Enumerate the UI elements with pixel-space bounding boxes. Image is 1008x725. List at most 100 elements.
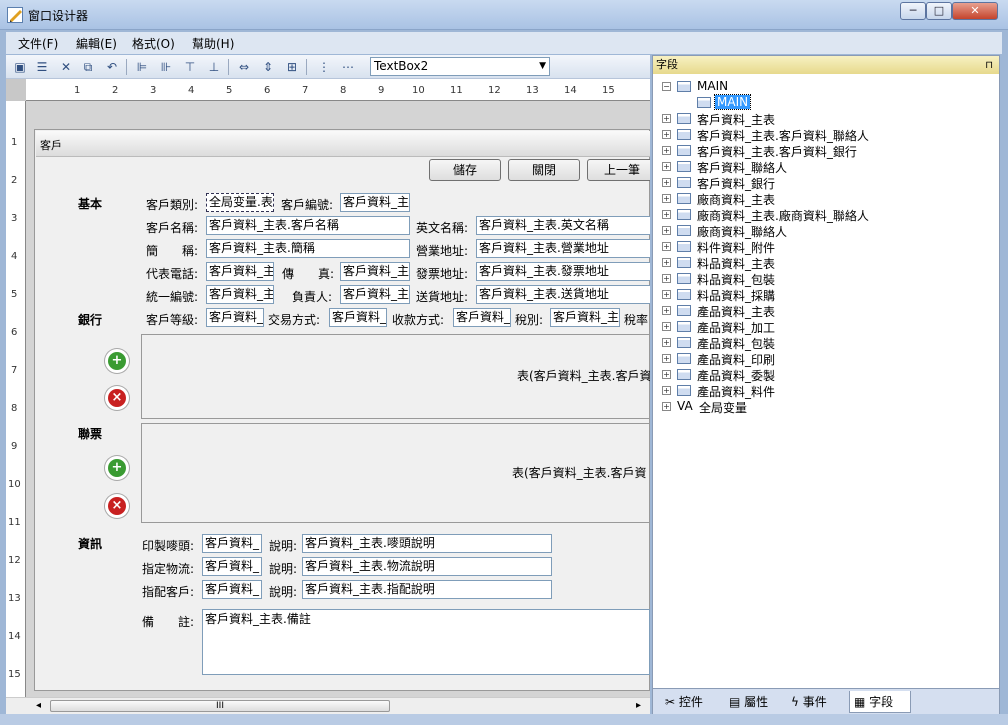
tree-item[interactable]: + 產品資料_料件 [653, 382, 999, 399]
tree-item[interactable]: + 客戶資料_聯絡人 [653, 158, 999, 175]
align-right-icon[interactable]: ⊪ [158, 59, 174, 75]
expand-icon[interactable]: + [662, 210, 671, 219]
payment-field[interactable]: 客戶資料_ [453, 308, 511, 327]
expand-icon[interactable]: + [662, 354, 671, 363]
dist-field[interactable]: 客戶資料_ [202, 580, 262, 599]
delete-contact-icon[interactable]: × [108, 497, 126, 515]
tab-controls[interactable]: ✂ 控件 [661, 691, 723, 713]
expand-icon[interactable]: + [662, 274, 671, 283]
tab-properties[interactable]: ▤ 屬性 [725, 691, 785, 713]
scroll-left-icon[interactable]: ◂ [36, 700, 41, 711]
scroll-thumb[interactable]: III [50, 700, 390, 712]
bank-grid[interactable]: 表(客戶資料_主表.客戶資 [141, 334, 650, 419]
align-top-icon[interactable]: ⊤ [182, 59, 198, 75]
expand-icon[interactable]: + [662, 226, 671, 235]
tax-type-field[interactable]: 客戶資料_主 [550, 308, 620, 327]
tree-item[interactable]: − MAIN [653, 78, 999, 94]
expand-icon[interactable]: + [662, 338, 671, 347]
center-vertical-icon[interactable]: ⋮ [316, 59, 332, 75]
menu-help[interactable]: 幫助(H) [192, 35, 234, 52]
save-button[interactable]: 儲存 [429, 159, 501, 181]
object-select[interactable]: TextBox2 ▼ [370, 57, 550, 76]
delivery-addr-field[interactable]: 客戶資料_主表.送貨地址 [476, 285, 650, 304]
tree-item[interactable]: + 產品資料_印刷 [653, 350, 999, 367]
tree-item[interactable]: + 客戶資料_銀行 [653, 174, 999, 191]
tab-fields[interactable]: ▦ 字段 [849, 691, 911, 713]
expand-icon[interactable]: + [662, 322, 671, 331]
save-icon[interactable]: ▣ [12, 59, 28, 75]
same-width-icon[interactable]: ⇔ [236, 59, 252, 75]
tree-item[interactable]: + 料品資料_主表 [653, 254, 999, 271]
menu-edit[interactable]: 編輯(E) [76, 35, 117, 52]
properties-icon[interactable]: ☰ [34, 59, 50, 75]
expand-icon[interactable]: + [662, 242, 671, 251]
tree-item[interactable]: + 料件資料_附件 [653, 238, 999, 255]
add-bank-icon[interactable]: + [108, 352, 126, 370]
expand-icon[interactable]: + [662, 258, 671, 267]
maximize-button[interactable]: □ [926, 2, 952, 20]
expand-icon[interactable]: − [662, 82, 671, 91]
tree-item[interactable]: MAIN [653, 94, 999, 110]
cut-icon[interactable]: ✕ [58, 59, 74, 75]
tab-events[interactable]: ϟ 事件 [787, 691, 847, 713]
copy-icon[interactable]: ⧉ [80, 59, 96, 75]
dist-desc-field[interactable]: 客戶資料_主表.指配說明 [302, 580, 552, 599]
close-form-button[interactable]: 關閉 [508, 159, 580, 181]
tree-item[interactable]: + 產品資料_包裝 [653, 334, 999, 351]
short-name-field[interactable]: 客戶資料_主表.簡稱 [206, 239, 410, 258]
menu-file[interactable]: 文件(F) [18, 35, 58, 52]
same-height-icon[interactable]: ⇕ [260, 59, 276, 75]
expand-icon[interactable]: + [662, 306, 671, 315]
business-addr-field[interactable]: 客戶資料_主表.營業地址 [476, 239, 650, 258]
invoice-addr-field[interactable]: 客戶資料_主表.發票地址 [476, 262, 650, 281]
expand-icon[interactable]: + [662, 370, 671, 379]
expand-icon[interactable]: + [662, 130, 671, 139]
tree-item[interactable]: + 廠商資料_主表.廠商資料_聯絡人 [653, 206, 999, 223]
expand-icon[interactable]: + [662, 178, 671, 187]
close-window-button[interactable]: ✕ [952, 2, 998, 20]
prev-record-button[interactable]: 上一筆 [587, 159, 650, 181]
expand-icon[interactable]: + [662, 402, 671, 411]
customer-name-field[interactable]: 客戶資料_主表.客戶名稱 [206, 216, 410, 235]
tree-item[interactable]: + 客戶資料_主表.客戶資料_聯絡人 [653, 126, 999, 143]
expand-icon[interactable]: + [662, 194, 671, 203]
logistics-field[interactable]: 客戶資料_ [202, 557, 262, 576]
minimize-button[interactable]: ─ [900, 2, 926, 20]
tree-item[interactable]: + 產品資料_加工 [653, 318, 999, 335]
contact-grid[interactable]: 表(客戶資料_主表.客戶資 [141, 423, 650, 523]
customer-type-field[interactable]: 全局变量.表 [206, 193, 274, 212]
tree-item[interactable]: + 產品資料_主表 [653, 302, 999, 319]
expand-icon[interactable]: + [662, 386, 671, 395]
align-bottom-icon[interactable]: ⊥ [206, 59, 222, 75]
horizontal-scrollbar[interactable]: ◂ III ▸ [6, 697, 650, 714]
undo-icon[interactable]: ↶ [104, 59, 120, 75]
align-left-icon[interactable]: ⊫ [134, 59, 150, 75]
center-horizontal-icon[interactable]: ⋯ [340, 59, 356, 75]
trade-field[interactable]: 客戶資料_ [329, 308, 387, 327]
tree-item[interactable]: + 廠商資料_聯絡人 [653, 222, 999, 239]
mark-desc-field[interactable]: 客戶資料_主表.嘜頭說明 [302, 534, 552, 553]
delete-bank-icon[interactable]: × [108, 389, 126, 407]
expand-icon[interactable]: + [662, 290, 671, 299]
expand-icon[interactable]: + [662, 162, 671, 171]
scroll-right-icon[interactable]: ▸ [636, 700, 641, 711]
customer-id-field[interactable]: 客戶資料_主 [340, 193, 410, 212]
tree-item[interactable]: + 廠商資料_主表 [653, 190, 999, 207]
level-field[interactable]: 客戶資料_ [206, 308, 264, 327]
english-name-field[interactable]: 客戶資料_主表.英文名稱 [476, 216, 650, 235]
menu-format[interactable]: 格式(O) [132, 35, 175, 52]
tree-item[interactable]: + 客戶資料_主表.客戶資料_銀行 [653, 142, 999, 159]
tree-item[interactable]: + VA 全局变量 [653, 398, 999, 415]
owner-field[interactable]: 客戶資料_主 [340, 285, 410, 304]
fax-field[interactable]: 客戶資料_主 [340, 262, 410, 281]
same-size-icon[interactable]: ⊞ [284, 59, 300, 75]
pin-icon[interactable]: ⊓ [985, 57, 993, 75]
expand-icon[interactable]: + [662, 146, 671, 155]
expand-icon[interactable]: + [662, 114, 671, 123]
add-contact-icon[interactable]: + [108, 459, 126, 477]
tree-item[interactable]: + 料品資料_包裝 [653, 270, 999, 287]
tree-item[interactable]: + 料品資料_採購 [653, 286, 999, 303]
mark-field[interactable]: 客戶資料_ [202, 534, 262, 553]
logistics-desc-field[interactable]: 客戶資料_主表.物流說明 [302, 557, 552, 576]
tree-item[interactable]: + 客戶資料_主表 [653, 110, 999, 127]
